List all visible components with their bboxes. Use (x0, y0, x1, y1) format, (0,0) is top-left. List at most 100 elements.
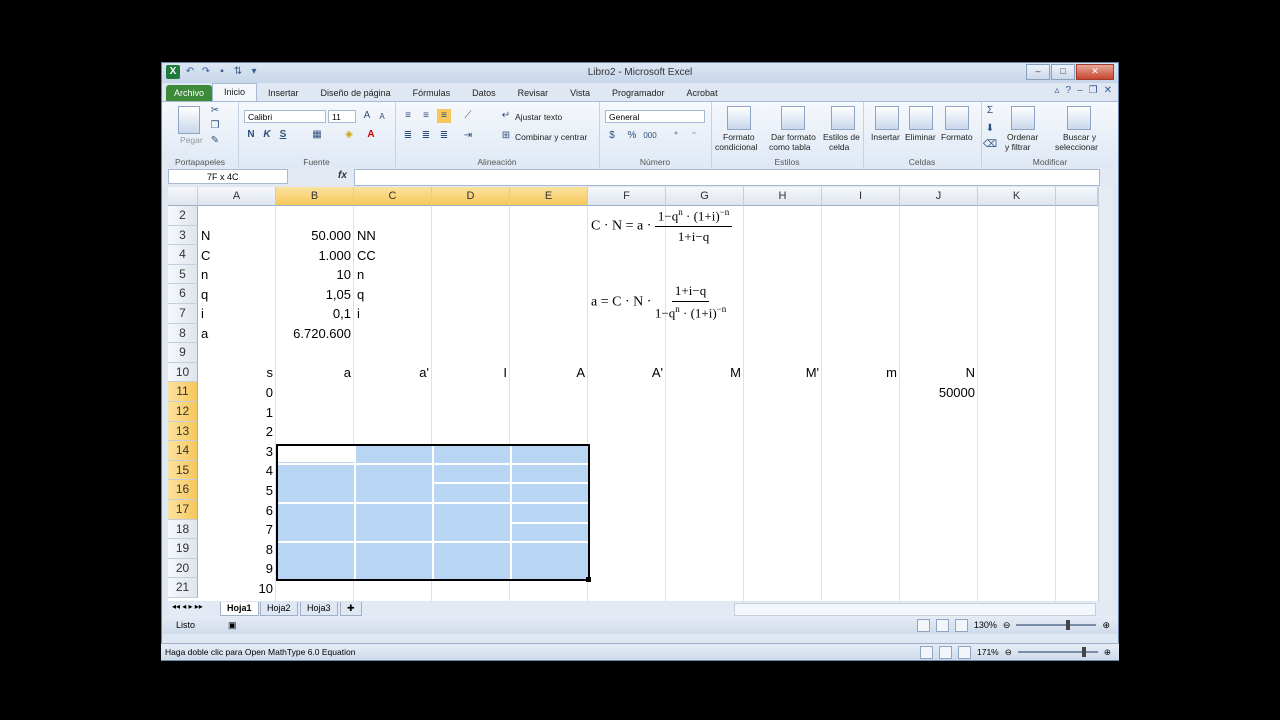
sheet-nav-icon[interactable]: ◂◂ ◂ ▸ ▸▸ (172, 602, 203, 611)
macro-record-icon[interactable]: ▣ (228, 616, 237, 634)
cell-b4[interactable]: 1.000 (276, 246, 351, 265)
equation-2[interactable]: a = C · N · 1+i−q 1−qn · (1+i)−n (591, 283, 726, 321)
zoom-out-icon[interactable]: ⊖ (1003, 616, 1011, 634)
col-header-g[interactable]: G (666, 187, 744, 206)
cell-i10[interactable]: m (822, 363, 897, 382)
zoom-level[interactable]: 130% (974, 616, 997, 634)
col-header-b[interactable]: B (276, 187, 354, 206)
cell-c6[interactable]: q (357, 285, 364, 304)
cell-a13[interactable]: 2 (198, 422, 273, 441)
borders-icon[interactable]: ▦ (310, 128, 324, 142)
cell-e10[interactable]: A (510, 363, 585, 382)
orientation-icon[interactable]: ⟋ (461, 109, 475, 123)
cut-icon[interactable]: ✂ (208, 104, 222, 118)
tab-programador[interactable]: Programador (601, 85, 676, 101)
paste-icon[interactable] (178, 106, 200, 134)
cell-a4[interactable]: C (201, 246, 210, 265)
sort-filter-icon[interactable] (1011, 106, 1035, 130)
selected-range[interactable] (276, 444, 590, 581)
cell-c10[interactable]: a' (354, 363, 429, 382)
find-select-label-2[interactable]: seleccionar (1055, 142, 1098, 152)
close-button[interactable]: ✕ (1076, 64, 1114, 80)
sheet-tab-hoja2[interactable]: Hoja2 (260, 602, 298, 616)
percent-button[interactable]: % (625, 129, 639, 143)
conditional-format-icon[interactable] (727, 106, 751, 130)
row-header[interactable]: 14 (168, 441, 198, 461)
outer-zoom-level[interactable]: 171% (977, 644, 999, 660)
cell-c3[interactable]: NN (357, 226, 376, 245)
cell-a5[interactable]: n (201, 265, 208, 284)
cell-a16[interactable]: 5 (198, 481, 273, 500)
currency-icon[interactable]: $ (605, 129, 619, 143)
active-cell[interactable] (278, 446, 354, 462)
cond-format-label-2[interactable]: condicional (715, 142, 758, 152)
sort-filter-label-1[interactable]: Ordenar (1007, 132, 1038, 142)
name-box[interactable]: 7F x 4C (168, 169, 288, 184)
col-header-e[interactable]: E (510, 187, 588, 206)
select-all-corner[interactable] (168, 187, 198, 206)
row-header[interactable]: 8 (168, 323, 198, 344)
underline-button[interactable]: S (276, 128, 290, 142)
outer-zoom-slider[interactable] (1017, 647, 1098, 657)
normal-view-icon[interactable] (916, 618, 930, 632)
align-bottom-icon[interactable]: ≡ (437, 109, 451, 123)
format-cells-icon[interactable] (945, 106, 969, 130)
page-break-icon[interactable] (954, 618, 968, 632)
cell-styles-label-1[interactable]: Estilos de (823, 132, 860, 142)
cell-a10[interactable]: s (198, 363, 274, 382)
outer-zoom-slider-knob[interactable] (1081, 647, 1086, 657)
cell-f10[interactable]: A' (588, 363, 663, 382)
outer-page-layout-icon[interactable] (939, 645, 952, 659)
outer-zoom-in-icon[interactable]: ⊕ (1104, 644, 1111, 660)
font-color-icon[interactable]: A (364, 128, 378, 142)
increase-decimal-icon[interactable]: ⁺ (669, 129, 683, 143)
row-header[interactable]: 5 (168, 264, 198, 285)
cell-styles-icon[interactable] (831, 106, 855, 130)
sheet-tab-hoja3[interactable]: Hoja3 (300, 602, 338, 616)
cell-g10[interactable]: M (666, 363, 741, 382)
row-header[interactable]: 16 (168, 480, 198, 500)
worksheet-grid[interactable]: A B C D E F G H I J K 2 3 4 5 6 7 8 9 10… (168, 187, 1098, 601)
cell-a15[interactable]: 4 (198, 461, 273, 480)
col-header-j[interactable]: J (900, 187, 978, 206)
tab-archivo[interactable]: Archivo (166, 85, 213, 101)
sheet-tab-hoja1[interactable]: Hoja1 (220, 602, 259, 616)
help-icon[interactable]: ? (1066, 85, 1072, 96)
formula-input[interactable] (354, 169, 1100, 186)
grow-font-icon[interactable]: A (360, 109, 374, 123)
tab-insertar[interactable]: Insertar (257, 85, 310, 101)
wb-restore-icon[interactable]: ❐ (1089, 85, 1098, 96)
horizontal-scrollbar[interactable] (734, 603, 1096, 616)
font-size-select[interactable]: 11 (328, 110, 356, 123)
indent-icon[interactable]: ⇥ (461, 129, 475, 143)
format-painter-icon[interactable]: ✎ (208, 134, 222, 148)
row-header[interactable]: 7 (168, 304, 198, 324)
tab-datos[interactable]: Datos (461, 85, 507, 101)
format-table-label-1[interactable]: Dar formato (771, 132, 816, 142)
row-header[interactable]: 2 (168, 206, 198, 226)
tab-revisar[interactable]: Revisar (507, 85, 560, 101)
cell-a14[interactable]: 3 (198, 442, 273, 461)
tab-vista[interactable]: Vista (559, 85, 601, 101)
insert-cells-button[interactable]: Insertar (871, 132, 900, 142)
merge-center-button[interactable]: Combinar y centrar (515, 132, 587, 142)
cell-c4[interactable]: CC (357, 246, 376, 265)
zoom-in-icon[interactable]: ⊕ (1102, 616, 1110, 634)
cell-a7[interactable]: i (201, 304, 204, 323)
cell-j11[interactable]: 50000 (900, 383, 975, 402)
delete-cells-icon[interactable] (909, 106, 933, 130)
row-header[interactable]: 4 (168, 245, 198, 265)
cell-j10[interactable]: N (900, 363, 975, 382)
col-header-d[interactable]: D (432, 187, 510, 206)
row-header[interactable]: 20 (168, 558, 198, 579)
insert-cells-icon[interactable] (875, 106, 899, 130)
cell-a12[interactable]: 1 (198, 403, 273, 422)
row-header[interactable]: 9 (168, 343, 198, 363)
fill-handle[interactable] (586, 577, 591, 582)
merge-center-icon[interactable]: ⊞ (499, 129, 513, 143)
row-header[interactable]: 10 (168, 362, 198, 383)
row-header[interactable]: 21 (168, 578, 198, 598)
row-header[interactable]: 11 (168, 382, 198, 402)
align-right-icon[interactable]: ≣ (437, 129, 451, 143)
cell-b8[interactable]: 6.720.600 (276, 324, 351, 343)
